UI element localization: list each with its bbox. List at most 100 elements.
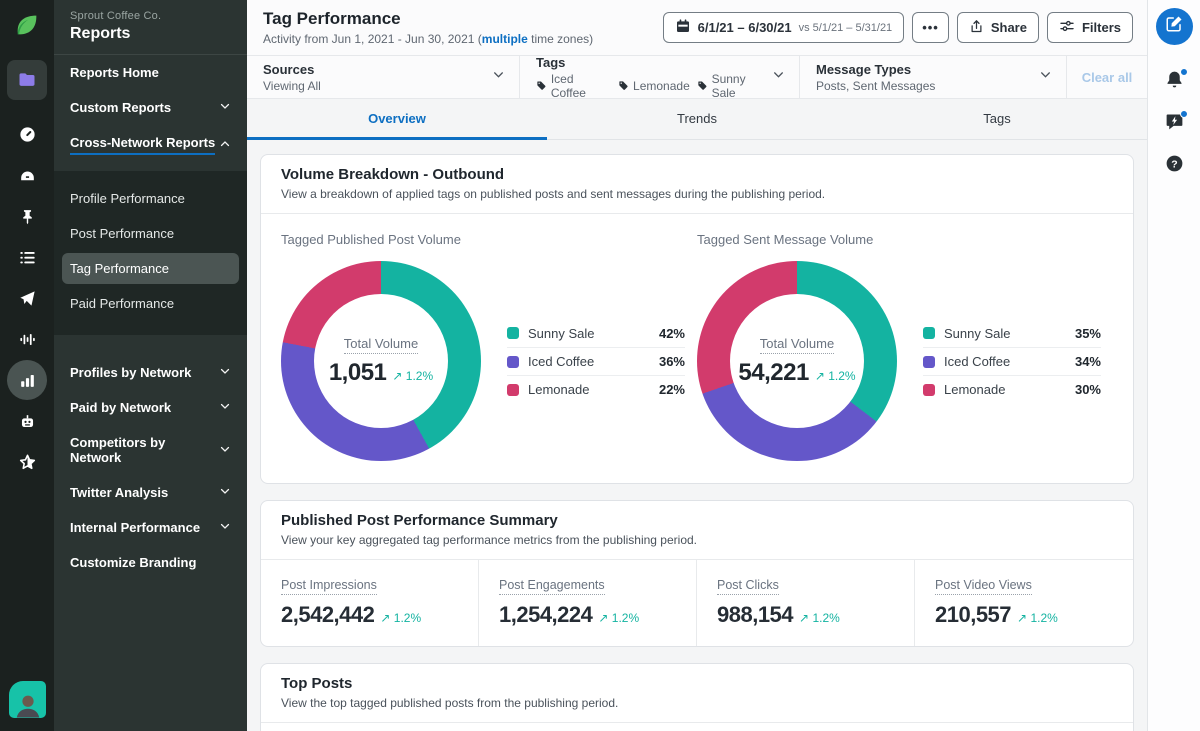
top-posts-card: Top Posts View the top tagged published … [260,663,1134,731]
robot-icon[interactable] [7,401,47,441]
date-range-button[interactable]: 6/1/21 – 6/30/21 vs 5/1/21 – 5/31/21 [662,12,905,43]
total-volume-label: Total Volume [343,336,419,354]
sidebar-item-tag-performance[interactable]: Tag Performance [62,253,239,284]
inbox-icon[interactable] [7,155,47,195]
date-compare-label: vs 5/1/21 – 5/31/21 [798,21,893,34]
donut-chart-sent-messages[interactable]: Total Volume 54,221 ↗ 1.2% [697,261,897,461]
legend-swatch [507,327,519,339]
compose-button[interactable] [1155,8,1193,45]
sources-label: Sources [263,61,315,77]
chevron-down-icon [219,365,231,380]
right-rail: ? [1147,0,1200,731]
legend-item[interactable]: Lemonade 22% [507,375,685,403]
total-volume-value: 1,051 [328,358,387,386]
page-subtitle: Activity from Jun 1, 2021 - Jun 30, 2021… [263,32,594,46]
tab-trends[interactable]: Trends [547,99,847,140]
trend-up-icon: ↗ [814,368,825,383]
tags-label: Tags [536,54,566,70]
trend-indicator: ↗ 1.2% [380,611,422,625]
tab-overview[interactable]: Overview [247,99,547,140]
calendar-icon [675,18,691,37]
metric-post-impressions: Post Impressions 2,542,442 ↗ 1.2% [261,560,479,646]
card-title: Top Posts [281,675,353,692]
sidebar-item-cross-network-reports[interactable]: Cross-Network Reports [54,125,247,165]
paper-plane-icon[interactable] [7,278,47,318]
tags-value: Iced Coffee Lemonade Sunny Sale [536,72,772,100]
legend-item[interactable]: Lemonade 30% [923,375,1101,403]
notifications-button[interactable] [1159,67,1189,97]
folder-icon[interactable] [7,60,47,100]
legend-swatch [923,355,935,368]
card-description: View a breakdown of applied tags on publ… [281,187,826,201]
page-title: Tag Performance [263,9,401,28]
sidebar-item-post-performance[interactable]: Post Performance [54,216,247,251]
notification-badge [1180,68,1188,76]
chevron-down-icon [219,485,231,500]
tags-filter[interactable]: Tags Iced Coffee Lemonade Sunny Sale [520,54,800,100]
sidebar-item-paid-performance[interactable]: Paid Performance [54,286,247,321]
star-icon[interactable] [7,442,47,482]
legend-item[interactable]: Sunny Sale 35% [923,319,1101,347]
filters-icon [1059,18,1075,37]
filters-button[interactable]: Filters [1046,12,1133,43]
sidebar-item-profiles-by-network[interactable]: Profiles by Network [54,355,247,390]
share-icon [969,19,984,37]
bar-chart-icon[interactable] [7,360,47,400]
chevron-down-icon [772,68,785,86]
trend-up-icon: ↗ [799,611,810,625]
metric-post-video-views: Post Video Views 210,557 ↗ 1.2% [935,578,1058,627]
volume-breakdown-card: Volume Breakdown - Outbound View a break… [260,154,1134,484]
trend-indicator: ↗ 1.2% [1017,611,1058,625]
feed-list-icon[interactable] [7,237,47,277]
sidebar-item-paid-by-network[interactable]: Paid by Network [54,390,247,425]
sprout-logo-icon[interactable] [13,11,41,44]
chevron-up-icon [219,138,231,153]
app-window: Sprout Coffee Co. Reports Reports Home C… [0,0,1200,731]
trend-up-icon: ↗ [598,611,609,625]
help-icon: ? [1164,153,1185,179]
sources-filter[interactable]: Sources Viewing All [247,56,520,98]
chart-legend: Sunny Sale 35% Iced Coffee 34% Lemonade … [923,319,1101,403]
post-performance-summary-card: Published Post Performance Summary View … [260,500,1134,647]
tab-tags[interactable]: Tags [847,99,1147,140]
legend-swatch [507,383,519,396]
legend-item[interactable]: Iced Coffee 34% [923,347,1101,375]
total-volume-value: 54,221 [738,358,809,386]
notification-badge [1180,110,1188,118]
trend-indicator: ↗ 1.2% [392,368,434,383]
compose-icon [1165,15,1183,38]
message-types-label: Message Types [816,61,912,77]
chevron-down-icon [219,443,231,458]
sources-value: Viewing All [263,78,321,93]
sidebar-item-customize-branding[interactable]: Customize Branding [54,545,247,580]
share-button[interactable]: Share [956,12,1039,43]
donut-chart-published-posts[interactable]: Total Volume 1,051 ↗ 1.2% [281,261,481,461]
sidebar-item-internal-performance[interactable]: Internal Performance [54,510,247,545]
gauge-icon[interactable] [7,114,47,154]
multiple-timezones-link[interactable]: multiple [482,32,528,46]
sidebar-item-reports-home[interactable]: Reports Home [54,55,247,90]
sidebar-item-custom-reports[interactable]: Custom Reports [54,90,247,125]
legend-swatch [923,327,935,339]
legend-item[interactable]: Iced Coffee 36% [507,347,685,375]
clear-all-button[interactable]: Clear all [1067,56,1147,98]
help-button[interactable]: ? [1159,151,1189,181]
message-types-filter[interactable]: Message Types Posts, Sent Messages [800,56,1067,98]
legend-item[interactable]: Sunny Sale 42% [507,319,685,347]
svg-text:?: ? [1171,158,1177,170]
chart-title: Tagged Published Post Volume [281,232,461,247]
whats-new-button[interactable] [1159,109,1189,139]
more-options-button[interactable]: ••• [912,12,949,43]
sidebar-item-profile-performance[interactable]: Profile Performance [54,181,247,216]
sidebar-item-twitter-analysis[interactable]: Twitter Analysis [54,475,247,510]
waveform-icon[interactable] [7,319,47,359]
chevron-down-icon [492,68,505,86]
icon-rail [0,0,54,731]
card-title: Volume Breakdown - Outbound [281,166,505,183]
user-avatar[interactable] [9,681,46,718]
pin-icon[interactable] [7,196,47,236]
tag-chip: Iced Coffee [550,71,586,100]
sidebar-item-competitors-by-network[interactable]: Competitors by Network [54,425,247,475]
total-volume-label: Total Volume [759,336,835,354]
metrics-row: Post Impressions 2,542,442 ↗ 1.2% Post E… [261,560,1133,646]
